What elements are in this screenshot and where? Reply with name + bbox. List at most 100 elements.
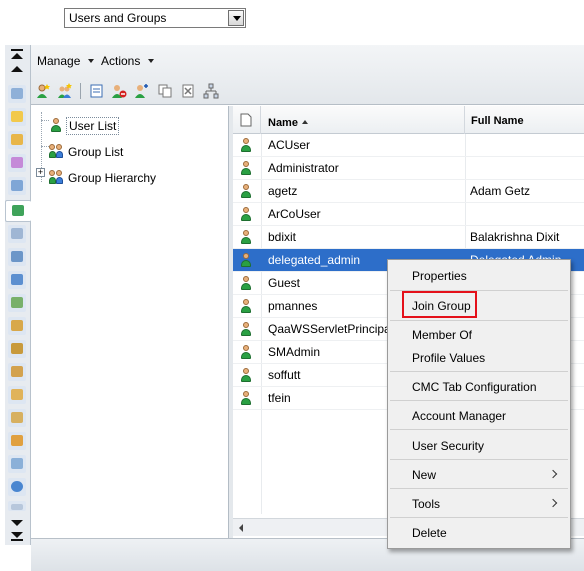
menu-item-user-security[interactable]: User Security: [390, 435, 568, 457]
nav-servers-icon[interactable]: [8, 248, 26, 266]
scroll-up-arrow-icon[interactable]: [11, 53, 23, 59]
user-icon: [239, 299, 253, 313]
user-icon: [239, 161, 253, 175]
tree-panel: User List Group List + Group Hierarchy: [31, 106, 229, 538]
table-row[interactable]: ArCoUser: [233, 203, 584, 226]
nav-settings-icon[interactable]: [8, 455, 26, 473]
table-row[interactable]: ACUser: [233, 134, 584, 157]
nav-inboxes-icon[interactable]: [8, 225, 26, 243]
new-user-icon[interactable]: [35, 83, 51, 99]
scroll-left-arrow-icon[interactable]: [239, 524, 243, 532]
user-icon: [239, 138, 253, 152]
caret-down-icon: [88, 59, 95, 63]
nav-up-arrow-icon[interactable]: [11, 66, 23, 72]
tree-item-user-list[interactable]: User List: [49, 117, 120, 136]
user-icon: [239, 276, 253, 290]
view-selector-value: Users and Groups: [69, 11, 167, 25]
view-selector-dropdown[interactable]: Users and Groups: [64, 8, 246, 28]
cell-full-name: Adam Getz: [470, 184, 531, 198]
new-group-icon[interactable]: [57, 83, 73, 99]
actions-menu-button[interactable]: Actions: [101, 54, 155, 68]
cell-full-name: Balakrishna Dixit: [470, 230, 560, 244]
menu-item-tools[interactable]: Tools: [390, 493, 568, 515]
menu-item-cmc-tab-configuration[interactable]: CMC Tab Configuration: [390, 376, 568, 398]
nav-personal-folders-icon[interactable]: [8, 131, 26, 149]
nav-authentication-icon[interactable]: [8, 363, 26, 381]
copy-icon[interactable]: [157, 83, 173, 99]
user-icon: [239, 391, 253, 405]
user-icon: [239, 345, 253, 359]
scroll-top-bar-icon[interactable]: [11, 49, 23, 51]
nav-categories-icon[interactable]: [8, 154, 26, 172]
nav-server-groups-icon[interactable]: [8, 271, 26, 289]
properties-icon[interactable]: [89, 83, 105, 99]
menu-separator: [390, 400, 568, 401]
menu-item-properties[interactable]: Properties: [390, 265, 568, 287]
menu-item-delete[interactable]: Delete: [390, 522, 568, 544]
menu-item-label: Tools: [412, 497, 441, 511]
toolbar-separator: [80, 83, 81, 99]
menu-separator: [390, 320, 568, 321]
user-icon: [239, 230, 253, 244]
nav-calendars-icon[interactable]: [8, 386, 26, 404]
user-icon: [239, 253, 253, 267]
nav-home-icon[interactable]: [8, 85, 26, 103]
column-header-label: Name: [268, 117, 298, 129]
table-row[interactable]: Administrator: [233, 157, 584, 180]
nav-info-icon[interactable]: [8, 478, 26, 496]
tree-connector: [41, 120, 49, 121]
menu-item-label: Delete: [412, 526, 447, 540]
add-to-group-icon[interactable]: [134, 83, 150, 99]
tree-connector: [41, 146, 49, 147]
toolbar: Manage Actions: [31, 45, 584, 105]
tree-item-label: Group List: [68, 145, 124, 159]
scroll-down-arrow-icon[interactable]: [11, 532, 23, 538]
menu-item-account-manager[interactable]: Account Manager: [390, 405, 568, 427]
menu-item-member-of[interactable]: Member Of: [390, 324, 568, 346]
manage-menu-button[interactable]: Manage: [37, 54, 95, 68]
chevron-right-icon: [548, 498, 558, 508]
menu-separator: [390, 429, 568, 430]
disable-user-icon[interactable]: [111, 83, 127, 99]
cell-name: Administrator: [268, 161, 339, 175]
actions-menu-label: Actions: [101, 54, 141, 68]
menu-item-label: Profile Values: [412, 351, 486, 365]
menu-item-profile-values[interactable]: Profile Values: [390, 347, 568, 369]
menu-item-new[interactable]: New: [390, 464, 568, 486]
scroll-bottom-bar-icon[interactable]: [11, 539, 23, 541]
nav-users-and-groups-icon[interactable]: [5, 200, 31, 222]
delete-icon[interactable]: [180, 83, 196, 99]
nav-instances-icon[interactable]: [8, 340, 26, 358]
join-group-highlight-box: [402, 291, 477, 318]
nav-more-icon[interactable]: [8, 501, 26, 511]
tree-item-label: User List: [66, 117, 120, 135]
hierarchy-icon[interactable]: [203, 83, 219, 99]
nav-events-icon[interactable]: [8, 409, 26, 427]
nav-access-levels-icon[interactable]: [8, 432, 26, 450]
menu-separator: [390, 371, 568, 372]
nav-applications-icon[interactable]: [8, 317, 26, 335]
tree-item-group-list[interactable]: Group List: [49, 144, 125, 162]
cell-name: bdixit: [268, 230, 297, 244]
sort-ascending-icon: [301, 120, 308, 124]
group-hierarchy-icon: [49, 170, 64, 184]
menu-item-label: CMC Tab Configuration: [412, 380, 537, 394]
user-icon: [239, 207, 253, 221]
column-header-name[interactable]: Name: [261, 106, 465, 134]
tree-item-group-hierarchy[interactable]: Group Hierarchy: [49, 170, 158, 188]
manage-menu-label: Manage: [37, 54, 81, 68]
menu-item-label: Properties: [412, 269, 467, 283]
column-icon-header[interactable]: [233, 106, 261, 134]
chevron-down-icon[interactable]: [228, 10, 244, 26]
grid-header: Name Full Name: [233, 106, 584, 134]
column-header-label: Full Name: [471, 115, 524, 127]
nav-down-arrow-icon[interactable]: [11, 520, 23, 526]
expand-plus-icon[interactable]: +: [36, 168, 45, 177]
table-row[interactable]: bdixit Balakrishna Dixit: [233, 226, 584, 249]
nav-folders-icon[interactable]: [8, 108, 26, 126]
table-row[interactable]: agetz Adam Getz: [233, 180, 584, 203]
document-icon: [240, 113, 252, 127]
nav-personal-categories-icon[interactable]: [8, 177, 26, 195]
nav-databases-icon[interactable]: [8, 294, 26, 312]
column-header-full-name[interactable]: Full Name: [465, 106, 584, 134]
